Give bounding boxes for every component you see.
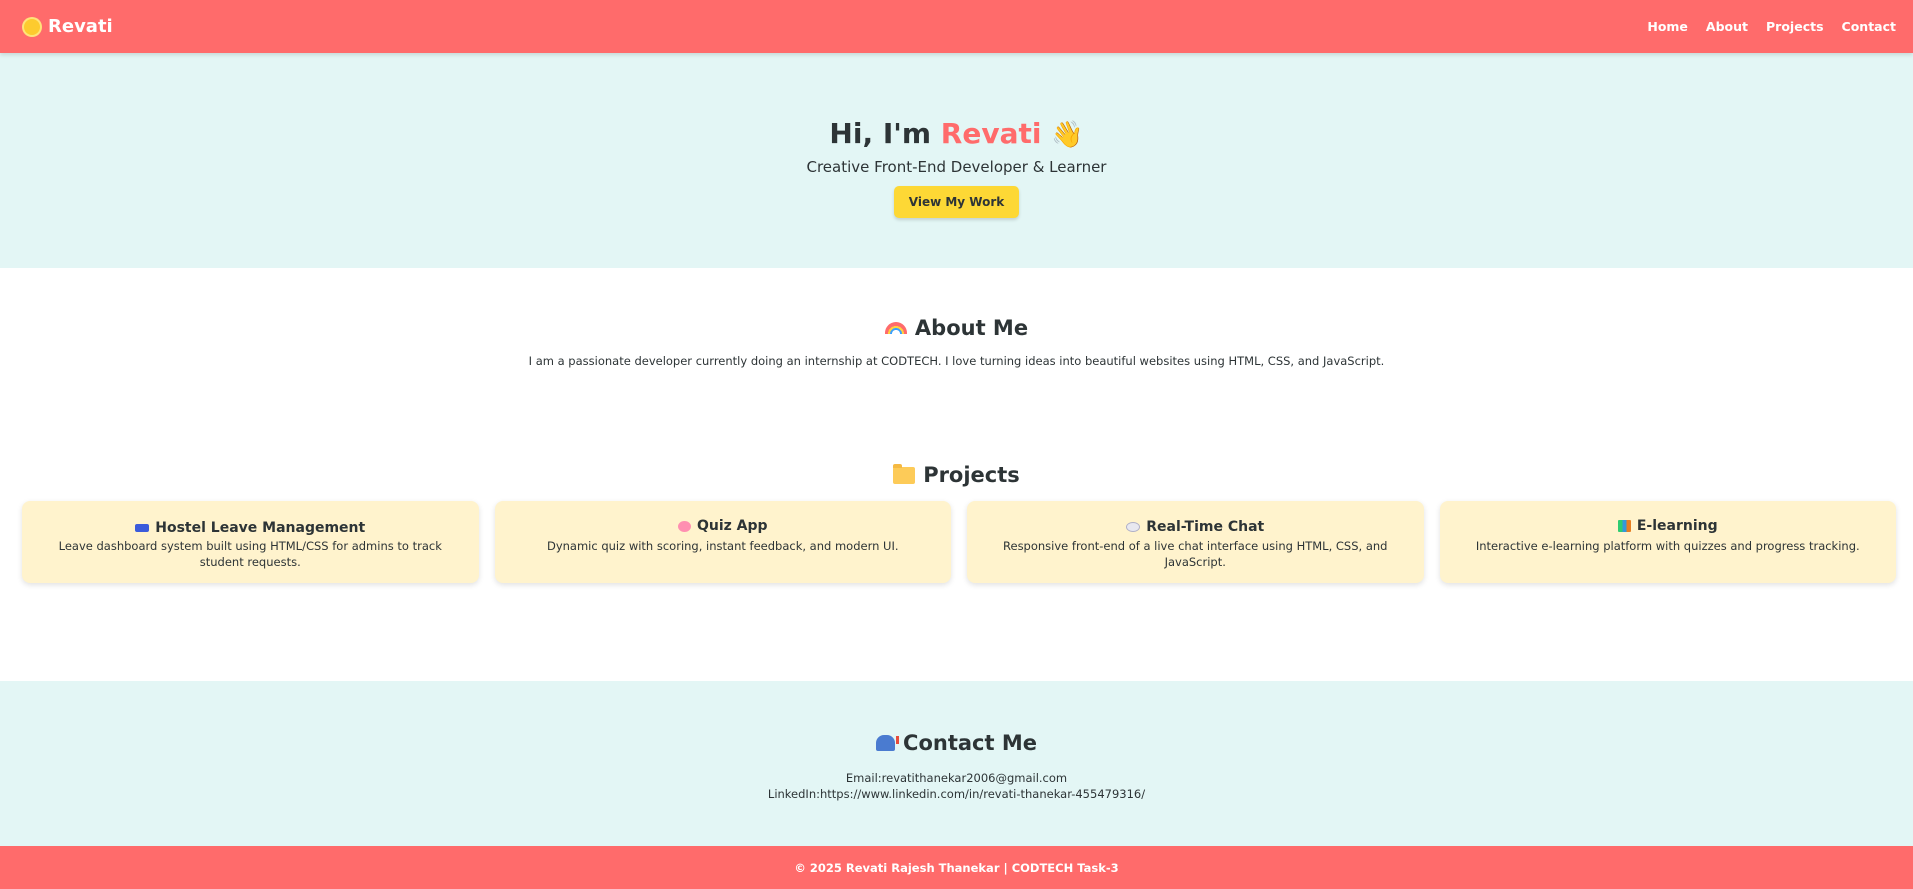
view-my-work-button[interactable]: View My Work <box>893 186 1020 218</box>
project-card-heading: Real-Time Chat <box>1126 519 1264 535</box>
nav-link-about[interactable]: About <box>1706 19 1748 34</box>
folder-icon <box>893 463 916 484</box>
hero-heading: Hi, I'm Revati 👋 <box>0 117 1913 150</box>
contact-title: Contact Me <box>903 731 1037 755</box>
footer: © 2025 Revati Rajesh Thanekar | CODTECH … <box>0 846 1913 889</box>
brain-icon <box>677 520 691 532</box>
hero-greeting: Hi, I'm <box>829 117 941 150</box>
project-card-heading: Hostel Leave Management <box>135 520 365 536</box>
project-card-heading: Quiz App <box>677 518 768 534</box>
nav-links: Home About Projects Contact <box>1647 19 1896 34</box>
hero-name: Revati <box>940 117 1042 150</box>
hero-subtitle: Creative Front-End Developer & Learner <box>806 158 1107 176</box>
brand-name: Revati <box>48 16 113 37</box>
about-section: About Me I am a passionate developer cur… <box>0 268 1913 417</box>
about-heading: About Me <box>884 316 1029 340</box>
projects-title: Projects <box>923 463 1020 487</box>
project-description: Dynamic quiz with scoring, instant feedb… <box>546 538 899 553</box>
rainbow-icon <box>884 322 907 334</box>
about-text: I am a passionate developer currently do… <box>528 354 1385 368</box>
project-card-e-learning[interactable]: E-learning Interactive e-learning platfo… <box>1439 500 1896 583</box>
contact-linkedin[interactable]: LinkedIn:https://www.linkedin.com/in/rev… <box>0 786 1913 802</box>
speech-bubble-icon <box>1126 521 1141 532</box>
brand[interactable]: Revati <box>24 16 113 37</box>
waving-hand-icon: 👋 <box>1051 120 1084 150</box>
contact-email[interactable]: Email:revatithanekar2006@gmail.com <box>0 770 1913 786</box>
nav-link-projects[interactable]: Projects <box>1766 19 1824 34</box>
project-description: Interactive e-learning platform with qui… <box>1475 538 1860 553</box>
nav-link-home[interactable]: Home <box>1647 19 1688 34</box>
nav-link-contact[interactable]: Contact <box>1842 19 1896 34</box>
project-card-quiz-app[interactable]: Quiz App Dynamic quiz with scoring, inst… <box>494 500 951 583</box>
project-title: E-learning <box>1636 517 1718 534</box>
project-description: Responsive front-end of a live chat inte… <box>1003 538 1388 569</box>
mailbox-icon <box>876 735 900 751</box>
footer-text: © 2025 Revati Rajesh Thanekar | CODTECH … <box>794 860 1119 875</box>
hero-section: Hi, I'm Revati 👋 Creative Front-End Deve… <box>0 53 1913 268</box>
contact-heading: Contact Me <box>876 731 1037 755</box>
project-card-hostel-leave[interactable]: Hostel Leave Management Leave dashboard … <box>22 500 479 583</box>
navbar: Revati Home About Projects Contact <box>0 0 1913 53</box>
project-title: Quiz App <box>696 518 768 534</box>
projects-section: Projects Hostel Leave Management Leave d… <box>0 417 1913 681</box>
project-card-real-time-chat[interactable]: Real-Time Chat Responsive front-end of a… <box>967 500 1424 583</box>
project-title: Real-Time Chat <box>1146 518 1265 535</box>
about-title: About Me <box>914 316 1029 340</box>
project-description: Leave dashboard system built using HTML/… <box>58 538 442 569</box>
books-icon <box>1617 519 1631 532</box>
contact-section: Contact Me Email:revatithanekar2006@gmai… <box>0 681 1913 846</box>
project-title: Hostel Leave Management <box>155 519 366 536</box>
project-card-heading: E-learning <box>1617 517 1718 534</box>
project-cards: Hostel Leave Management Leave dashboard … <box>0 500 1913 583</box>
sun-icon <box>24 18 40 35</box>
projects-heading: Projects <box>893 463 1020 487</box>
bed-icon <box>135 523 150 532</box>
